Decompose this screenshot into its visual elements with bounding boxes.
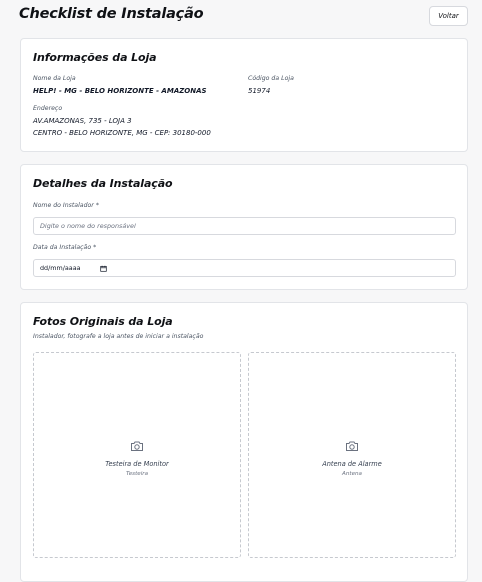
photo-slot-label: Testeira de Monitor xyxy=(105,460,169,468)
installer-name-input[interactable]: Digite o nome do responsável xyxy=(33,217,456,235)
page-title: Checklist de Instalação xyxy=(19,6,204,22)
installation-card: Detalhes da Instalação Nome do Instalado… xyxy=(20,164,468,290)
store-code-label: Código da Loja xyxy=(248,75,294,82)
installation-date-input[interactable]: dd/mm/aaaa xyxy=(33,259,456,277)
photo-slot-sublabel: Antena xyxy=(342,471,362,477)
store-name-label: Nome da Loja xyxy=(33,75,76,82)
photos-subtitle: Instalador, fotografe a loja antes de in… xyxy=(33,333,204,340)
photo-slot-sublabel: Testeira xyxy=(126,471,148,477)
photos-title: Fotos Originais da Loja xyxy=(33,315,173,328)
photo-slot-content: Antena de Alarme Antena xyxy=(249,437,455,477)
installer-name-placeholder: Digite o nome do responsável xyxy=(40,222,136,230)
store-name-value: HELP! - MG - BELO HORIZONTE - AMAZONAS xyxy=(33,87,207,95)
photo-slot-label: Antena de Alarme xyxy=(322,460,382,468)
date-label: Data da Instalação * xyxy=(33,244,97,251)
store-info-card: Informações da Loja Nome da Loja HELP! -… xyxy=(20,38,468,152)
address-line-2: CENTRO - BELO HORIZONTE, MG - CEP: 30180… xyxy=(33,129,211,137)
camera-icon xyxy=(346,441,358,451)
back-button[interactable]: Voltar xyxy=(429,6,468,26)
address-line-1: AV.AMAZONAS, 735 - LOJA 3 xyxy=(33,117,132,125)
photo-slot-content: Testeira de Monitor Testeira xyxy=(34,437,240,477)
store-info-title: Informações da Loja xyxy=(33,51,157,64)
installation-title: Detalhes da Instalação xyxy=(33,177,173,190)
address-label: Endereço xyxy=(33,105,63,112)
photo-slot-antenna[interactable]: Antena de Alarme Antena xyxy=(248,352,456,558)
photo-slot-monitor[interactable]: Testeira de Monitor Testeira xyxy=(33,352,241,558)
installer-label: Nome do Instalador * xyxy=(33,202,99,209)
photos-card: Fotos Originais da Loja Instalador, foto… xyxy=(20,302,468,582)
camera-icon xyxy=(131,441,143,451)
store-code-value: 51974 xyxy=(248,87,271,95)
date-placeholder: dd/mm/aaaa xyxy=(40,264,81,272)
top-bar: Checklist de Instalação Voltar xyxy=(0,0,482,32)
calendar-icon[interactable] xyxy=(100,265,107,272)
